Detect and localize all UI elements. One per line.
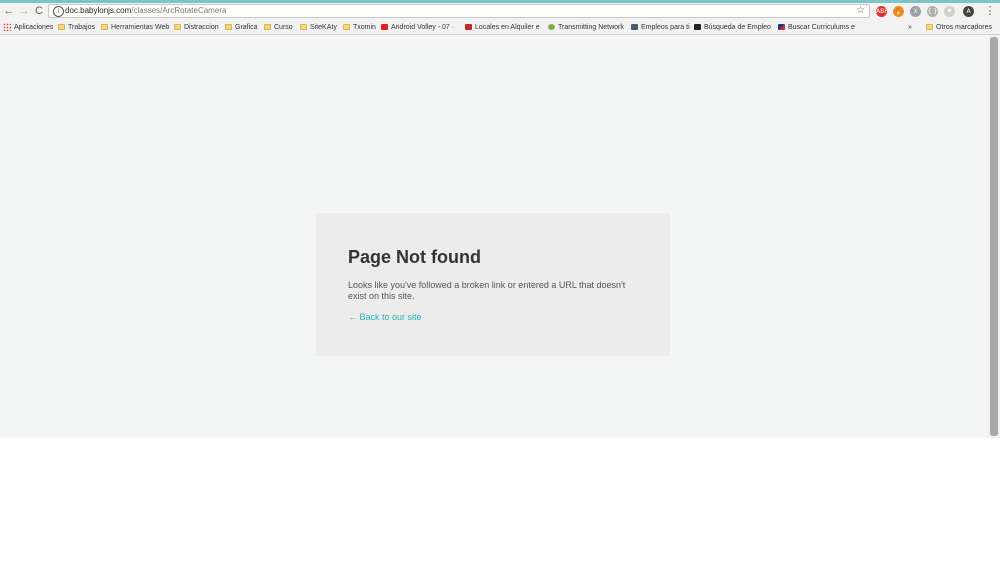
bookmark-item[interactable]: SiteKAty — [300, 20, 337, 34]
folder-icon — [300, 24, 307, 30]
translate-extension-icon[interactable]: X — [910, 6, 921, 17]
adblock-extension-icon[interactable]: ABP — [876, 6, 888, 17]
bookmark-item[interactable]: Transmitting Network — [548, 20, 624, 34]
url-text[interactable]: doc.babylonjs.com/classes/ArcRotateCamer… — [65, 5, 226, 17]
apps-label: Aplicaciones — [14, 23, 54, 31]
bookmark-item[interactable]: Búsqueda de Empleo — [694, 20, 771, 34]
bookmark-label: Empleos para ti — [641, 23, 690, 31]
bookmark-label: SiteKAty — [310, 23, 337, 31]
page-viewport: Page Not found Looks like you've followe… — [0, 35, 988, 438]
url-domain: doc.babylonjs.com — [65, 6, 132, 15]
chevron-right-icon: » — [908, 23, 912, 31]
other-bookmarks-label: Otros marcadores — [936, 23, 993, 31]
bookmark-label: Búsqueda de Empleo — [704, 23, 771, 31]
bookmark-item[interactable]: Txomin — [343, 20, 376, 34]
menu-icon[interactable]: ⋮ — [983, 4, 997, 18]
bookmark-label: Transmitting Network — [558, 23, 624, 31]
folder-icon — [174, 24, 181, 30]
back-to-site-link[interactable]: ← Back to our site — [348, 312, 422, 322]
bookmark-item[interactable]: Herramientas Web — [101, 20, 169, 34]
apps-grid-icon — [3, 23, 11, 31]
bookmark-item[interactable]: Distraccion — [174, 20, 219, 34]
forward-button[interactable]: → — [17, 4, 31, 18]
bookmark-label: Android Volley - 07 · — [391, 23, 455, 31]
bookmarks-bar: Aplicaciones Trabajos Herramientas Web Dis… — [0, 20, 1000, 35]
bookmark-star-icon[interactable]: ☆ — [856, 5, 865, 17]
bookmark-label: Locales en Alquiler e — [475, 23, 540, 31]
bookmark-label: Curso — [274, 23, 293, 31]
page-title: Page Not found — [348, 247, 481, 267]
folder-icon — [926, 24, 933, 30]
bookmark-label: Herramientas Web — [111, 23, 170, 31]
scrollbar-thumb[interactable] — [990, 37, 998, 436]
site-favicon-icon — [465, 24, 472, 30]
bookmark-item[interactable]: Grafica — [225, 20, 258, 34]
folder-icon — [264, 24, 271, 30]
folder-icon — [101, 24, 108, 30]
not-found-card: Page Not found Looks like you've followe… — [316, 213, 670, 356]
error-message: Looks like you've followed a broken link… — [348, 280, 626, 301]
bookmark-item[interactable]: Buscar Curriculums e — [778, 20, 855, 34]
browser-toolbar: ← → C i doc.babylonjs.com/classes/ArcRot… — [0, 3, 1000, 20]
bookmarks-overflow-button[interactable]: » — [908, 20, 912, 34]
fire-extension-icon[interactable]: 🔥 — [893, 6, 904, 17]
site-favicon-icon — [778, 24, 785, 30]
other-bookmarks-folder[interactable]: Otros marcadores — [926, 20, 992, 34]
address-bar[interactable]: i doc.babylonjs.com/classes/ArcRotateCam… — [48, 4, 870, 18]
folder-icon — [225, 24, 232, 30]
code-extension-icon[interactable]: { } — [927, 6, 938, 17]
site-favicon-icon — [381, 24, 388, 30]
back-button[interactable]: ← — [2, 4, 16, 18]
bookmark-item[interactable]: Trabajos — [58, 20, 95, 34]
bookmark-label: Grafica — [235, 23, 258, 31]
bookmark-item[interactable]: Android Volley - 07 · — [381, 20, 454, 34]
site-favicon-icon — [548, 24, 555, 30]
info-icon[interactable]: i — [53, 6, 64, 17]
site-favicon-icon — [631, 24, 638, 30]
bookmark-label: Txomin — [353, 23, 376, 31]
site-favicon-icon — [694, 24, 701, 30]
apps-shortcut[interactable]: Aplicaciones — [3, 20, 53, 34]
folder-icon — [58, 24, 65, 30]
flag-extension-icon[interactable]: ⚑ — [944, 6, 955, 17]
bookmark-label: Buscar Curriculums e — [788, 23, 855, 31]
bookmark-item[interactable]: Empleos para ti — [631, 20, 690, 34]
bookmark-item[interactable]: Locales en Alquiler e — [465, 20, 540, 34]
folder-icon — [343, 24, 350, 30]
bookmark-label: Trabajos — [68, 23, 95, 31]
bookmark-item[interactable]: Curso — [264, 20, 293, 34]
account-avatar-icon[interactable]: A — [963, 6, 974, 17]
url-path: /classes/ArcRotateCamera — [131, 6, 227, 15]
bookmark-label: Distraccion — [184, 23, 219, 31]
reload-button[interactable]: C — [32, 4, 46, 18]
